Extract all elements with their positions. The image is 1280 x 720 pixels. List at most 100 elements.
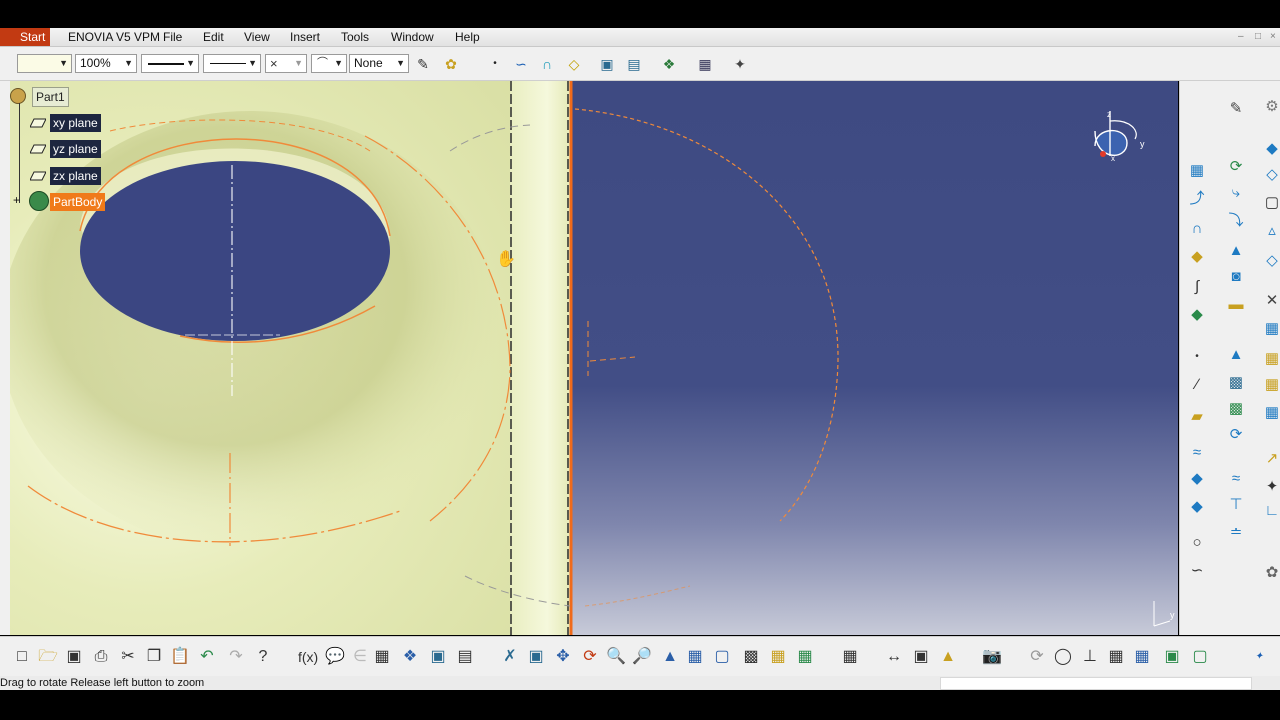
line-tool-icon[interactable]: ∕: [1187, 375, 1207, 395]
connect-icon[interactable]: ⊤: [1226, 495, 1246, 515]
check-icon[interactable]: ▣: [428, 647, 448, 667]
law-icon[interactable]: ∈: [350, 647, 370, 667]
globe-icon[interactable]: ◯: [1053, 647, 1073, 667]
undo-icon[interactable]: ↶: [197, 647, 217, 667]
offset-icon[interactable]: ⤴: [1187, 189, 1207, 209]
extrude-icon[interactable]: ▦: [1187, 161, 1207, 181]
line-type-combo[interactable]: ▼: [203, 54, 261, 73]
affinity-icon[interactable]: ▩: [1226, 399, 1246, 419]
expand-plus-icon[interactable]: +: [13, 194, 20, 206]
new-file-icon[interactable]: □: [12, 647, 32, 667]
spine-icon[interactable]: ∟: [1262, 501, 1280, 521]
split-icon[interactable]: ◆: [1187, 305, 1207, 325]
pan-icon[interactable]: ✥: [553, 647, 573, 667]
menu-file[interactable]: File: [163, 30, 182, 44]
tree-root-part1[interactable]: Part1: [32, 87, 69, 107]
line-thickness-combo[interactable]: ▼: [141, 54, 199, 73]
box-icon[interactable]: ▢: [1262, 193, 1280, 213]
menu-start[interactable]: Start: [12, 28, 51, 46]
tree-item-xy-plane[interactable]: xy plane: [50, 114, 101, 132]
shading-icon[interactable]: ▩: [741, 647, 761, 667]
update-icon[interactable]: ⟳: [1027, 647, 1047, 667]
fill-icon[interactable]: ⤷: [1226, 183, 1246, 203]
paste-icon[interactable]: 📋: [170, 647, 190, 667]
minimize-icon[interactable]: –: [1238, 32, 1248, 42]
symmetry-icon[interactable]: ▩: [1226, 373, 1246, 393]
sketch-grid-icon[interactable]: ▦: [1106, 647, 1126, 667]
translate-icon[interactable]: ▲: [1226, 345, 1246, 365]
parallel-curve-icon[interactable]: ≈: [1226, 469, 1246, 489]
close-icon[interactable]: ×: [1270, 32, 1280, 42]
render-style-combo[interactable]: ⌒ ▼: [311, 54, 347, 73]
multisection-icon[interactable]: ◇: [1262, 165, 1280, 185]
menu-window[interactable]: Window: [391, 30, 434, 44]
intersection-icon[interactable]: ◆: [1187, 469, 1207, 489]
capture-icon[interactable]: 📷: [982, 647, 1002, 667]
menu-tools[interactable]: Tools: [341, 30, 369, 44]
circle-tool-icon[interactable]: ○: [1187, 533, 1207, 553]
blend-icon[interactable]: ⤵: [1226, 211, 1246, 231]
hide-show-icon[interactable]: ▦: [768, 647, 788, 667]
comment-icon[interactable]: 💬: [325, 647, 345, 667]
selector-icon[interactable]: ↗: [1262, 449, 1280, 469]
point-tool-icon[interactable]: •: [1187, 347, 1207, 367]
healing-icon[interactable]: ∫: [1187, 277, 1207, 297]
menu-insert[interactable]: Insert: [290, 30, 320, 44]
tree-root-icon[interactable]: [10, 88, 26, 104]
painter-icon[interactable]: ✎: [414, 56, 432, 72]
color-combo[interactable]: ▼: [17, 54, 72, 73]
measure-item-icon[interactable]: ▣: [911, 647, 931, 667]
multi-view-icon[interactable]: ▦: [685, 647, 705, 667]
knowledge-wizard-icon[interactable]: ▤: [455, 647, 475, 667]
spline-icon[interactable]: ∽: [512, 56, 530, 72]
inertia-icon[interactable]: ▲: [938, 647, 958, 667]
plane-tool-icon[interactable]: ▰: [1187, 407, 1207, 427]
cylinder-icon[interactable]: ∩: [1187, 219, 1207, 239]
dome-icon[interactable]: ◙: [1226, 267, 1246, 287]
snap-icon[interactable]: ✦: [731, 56, 749, 72]
menu-help[interactable]: Help: [455, 30, 480, 44]
tree-item-yz-plane[interactable]: yz plane: [50, 140, 101, 158]
measure-icon[interactable]: ▦: [840, 647, 860, 667]
redo-icon[interactable]: ↷: [226, 647, 246, 667]
revolve-icon[interactable]: ⟳: [1226, 157, 1246, 177]
cone-icon[interactable]: ▵: [1262, 221, 1280, 241]
menu-enovia[interactable]: ENOVIA V5 VPM: [68, 30, 160, 44]
layer-combo[interactable]: None ▼: [349, 54, 409, 73]
measure-between-icon[interactable]: ↔: [884, 647, 904, 667]
work-on-support-icon[interactable]: ▣: [1162, 647, 1182, 667]
knowledge-icon[interactable]: ✿: [1262, 563, 1280, 583]
scaling-icon[interactable]: ▦: [1262, 375, 1280, 395]
3d-viewport[interactable]: ✋ y x z y Part1 xy plane yz plane zx pla…: [10, 81, 1178, 635]
extract-icon[interactable]: ✕: [1262, 291, 1280, 311]
open-folder-icon[interactable]: 🗁: [38, 647, 58, 667]
power-input-field[interactable]: [940, 677, 1252, 690]
analysis-icon[interactable]: ❖: [660, 56, 678, 72]
axis-system-icon[interactable]: ▦: [1262, 403, 1280, 423]
tree-item-zx-plane[interactable]: zx plane: [50, 167, 101, 185]
boundary-icon[interactable]: ▬: [1226, 295, 1246, 315]
zoom-in-icon[interactable]: 🔍: [606, 647, 626, 667]
projection-icon[interactable]: ≈: [1187, 443, 1207, 463]
iso-view-icon[interactable]: ▢: [712, 647, 732, 667]
menu-view[interactable]: View: [244, 30, 270, 44]
point-type-combo[interactable]: × ▼: [265, 54, 307, 73]
trim-icon[interactable]: ◇: [1262, 251, 1280, 271]
rule-icon[interactable]: ❖: [400, 647, 420, 667]
cut-icon[interactable]: ✂: [118, 647, 138, 667]
sphere-icon[interactable]: ▲: [1226, 241, 1246, 261]
grid-icon[interactable]: ▦: [696, 56, 714, 72]
swap-space-icon[interactable]: ▦: [795, 647, 815, 667]
sketcher-icon[interactable]: ✎: [1226, 99, 1246, 119]
formula-icon[interactable]: f(x): [298, 647, 318, 667]
view-front-icon[interactable]: ▣: [598, 56, 616, 72]
corner-icon[interactable]: ◆: [1187, 497, 1207, 517]
copy-icon[interactable]: ❐: [144, 647, 164, 667]
axis-system-tool-icon[interactable]: ⊥: [1080, 647, 1100, 667]
join-icon[interactable]: ◆: [1187, 247, 1207, 267]
print-icon[interactable]: ⎙: [91, 647, 111, 667]
save-icon[interactable]: ▣: [64, 647, 84, 667]
helix-icon[interactable]: ≐: [1226, 523, 1246, 543]
rotate-view-icon[interactable]: ⟳: [580, 647, 600, 667]
sweep-icon[interactable]: ◆: [1262, 139, 1280, 159]
